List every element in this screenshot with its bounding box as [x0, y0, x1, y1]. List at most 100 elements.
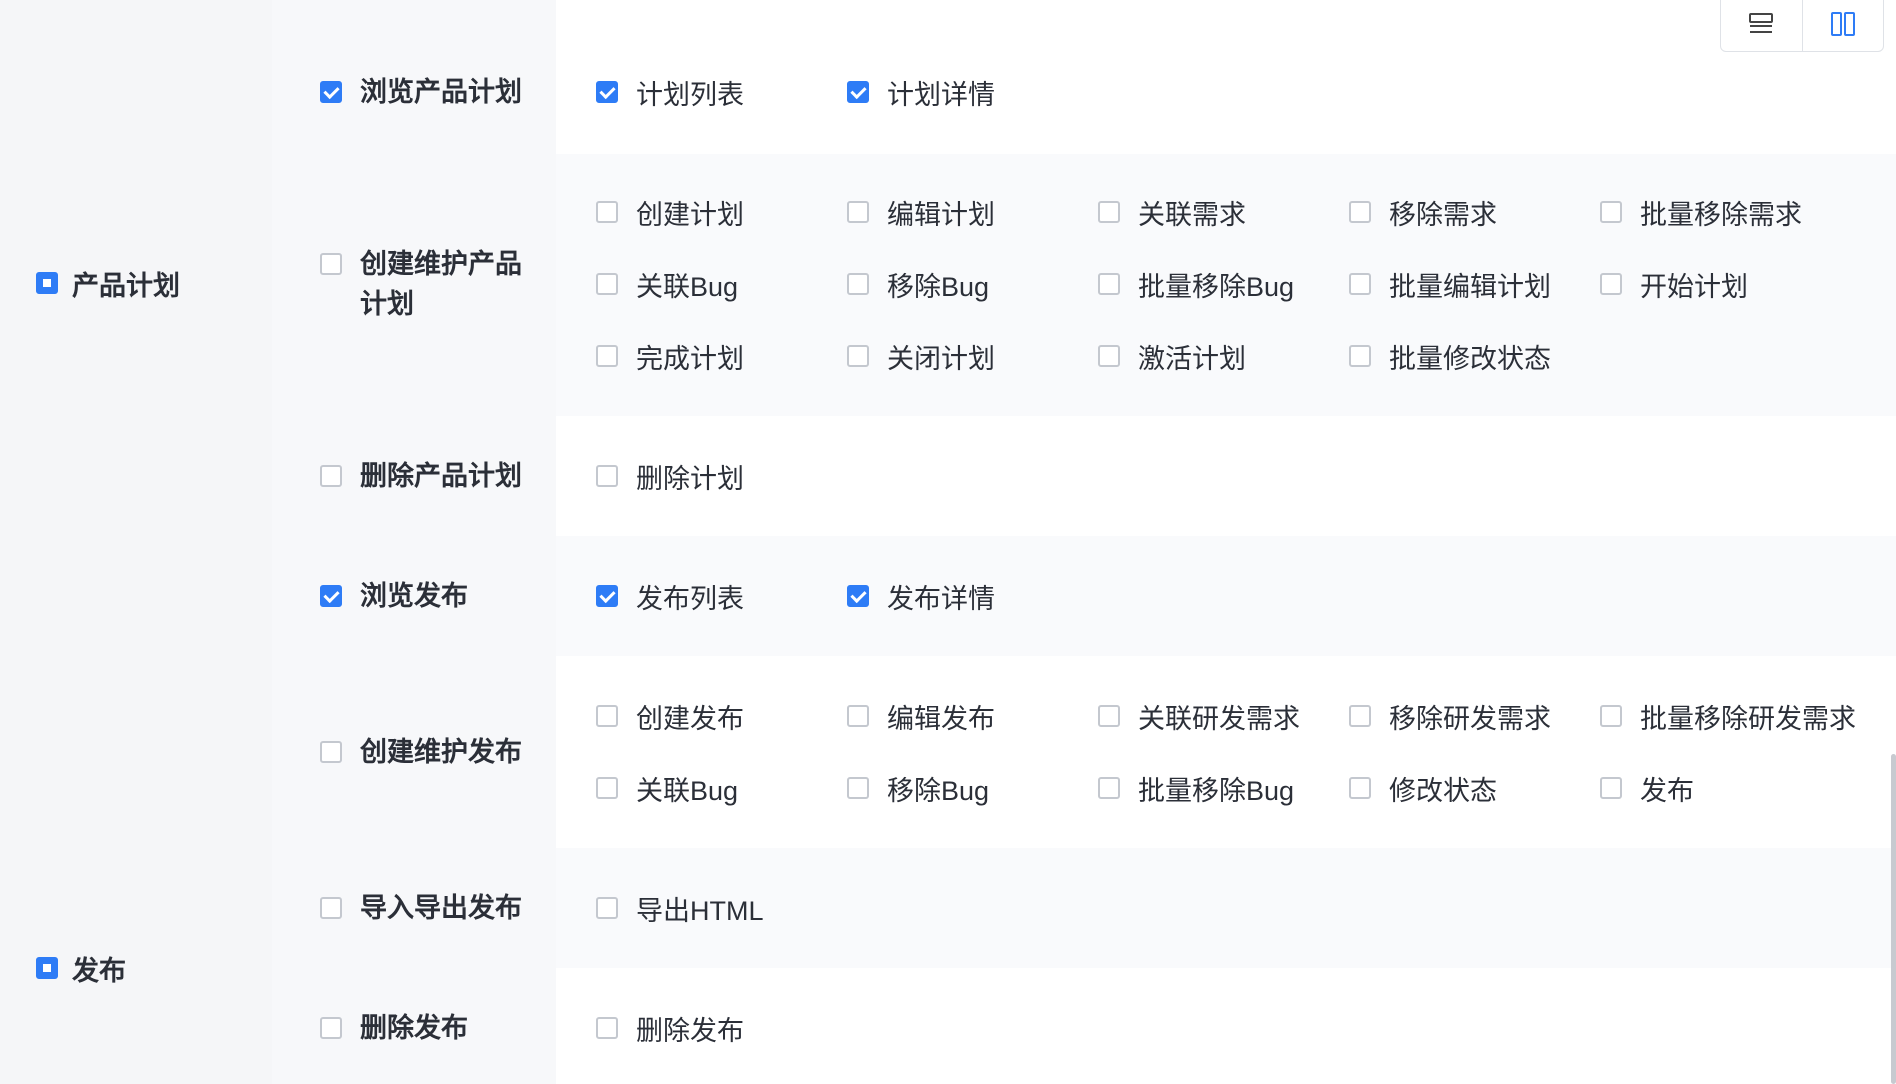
permission-checkbox[interactable]	[320, 465, 342, 487]
action-checkbox[interactable]	[596, 81, 618, 103]
permission-label: 创建维护产品计划	[360, 249, 522, 319]
permission-checkbox[interactable]	[320, 253, 342, 275]
action-checkbox[interactable]	[596, 585, 618, 607]
action-item[interactable]: 关联需求	[1098, 192, 1246, 232]
action-item[interactable]: 批量移除需求	[1600, 192, 1802, 232]
action-item[interactable]: 移除Bug	[847, 264, 989, 304]
action-item[interactable]: 计划列表	[596, 72, 744, 112]
action-checkbox[interactable]	[847, 201, 869, 223]
action-item[interactable]: 发布详情	[847, 576, 995, 616]
action-item[interactable]: 批量编辑计划	[1349, 264, 1551, 304]
action-item[interactable]: 创建发布	[596, 696, 744, 736]
action-checkbox[interactable]	[1349, 273, 1371, 295]
action-checkbox[interactable]	[1349, 201, 1371, 223]
action-checkbox[interactable]	[596, 273, 618, 295]
permission-item[interactable]: 浏览发布	[320, 576, 530, 616]
action-label: 批量移除Bug	[1138, 271, 1295, 302]
action-item[interactable]: 发布列表	[596, 576, 744, 616]
permission-item[interactable]: 导入导出发布	[320, 888, 530, 928]
action-item[interactable]: 编辑计划	[847, 192, 995, 232]
permission-checkbox[interactable]	[320, 897, 342, 919]
action-item[interactable]: 移除研发需求	[1349, 696, 1551, 736]
action-checkbox[interactable]	[1349, 345, 1371, 367]
permission-checkbox[interactable]	[320, 585, 342, 607]
view-toggle	[1720, 0, 1884, 52]
permission-label: 删除产品计划	[360, 461, 522, 491]
action-checkbox[interactable]	[596, 777, 618, 799]
action-item[interactable]: 关联Bug	[596, 768, 738, 808]
column-layout-button[interactable]	[1801, 0, 1884, 51]
vertical-scrollbar[interactable]	[1891, 754, 1896, 1084]
action-label: 创建发布	[636, 703, 744, 734]
action-item[interactable]: 创建计划	[596, 192, 744, 232]
action-item[interactable]: 删除计划	[596, 456, 744, 496]
action-checkbox[interactable]	[596, 705, 618, 727]
action-checkbox[interactable]	[1098, 345, 1120, 367]
action-item[interactable]: 移除Bug	[847, 768, 989, 808]
permission-item[interactable]: 删除产品计划	[320, 456, 530, 496]
action-item[interactable]: 关联研发需求	[1098, 696, 1300, 736]
action-checkbox[interactable]	[1098, 201, 1120, 223]
action-checkbox[interactable]	[847, 705, 869, 727]
action-item[interactable]: 修改状态	[1349, 768, 1497, 808]
list-layout-button[interactable]	[1721, 0, 1802, 51]
action-checkbox[interactable]	[596, 465, 618, 487]
action-item[interactable]: 编辑发布	[847, 696, 995, 736]
group-item[interactable]: 发布	[36, 948, 126, 988]
action-item[interactable]: 批量修改状态	[1349, 336, 1551, 376]
action-checkbox[interactable]	[847, 345, 869, 367]
action-checkbox[interactable]	[1098, 777, 1120, 799]
action-checkbox[interactable]	[1098, 705, 1120, 727]
action-checkbox[interactable]	[596, 201, 618, 223]
action-checkbox[interactable]	[1600, 201, 1622, 223]
permission-checkbox[interactable]	[320, 81, 342, 103]
action-item[interactable]: 批量移除Bug	[1098, 264, 1294, 304]
action-item[interactable]: 关闭计划	[847, 336, 995, 376]
action-checkbox[interactable]	[1600, 777, 1622, 799]
action-item[interactable]: 发布	[1600, 768, 1694, 808]
action-item[interactable]: 批量移除Bug	[1098, 768, 1294, 808]
action-label: 批量移除需求	[1640, 199, 1802, 230]
group-checkbox[interactable]	[36, 272, 58, 294]
action-checkbox[interactable]	[847, 777, 869, 799]
permission-checkbox[interactable]	[320, 1017, 342, 1039]
action-label: 编辑计划	[887, 199, 995, 230]
action-checkbox[interactable]	[596, 1017, 618, 1039]
action-item[interactable]: 完成计划	[596, 336, 744, 376]
action-label: 关联Bug	[636, 271, 739, 302]
permission-label: 浏览发布	[360, 581, 468, 611]
group-checkbox[interactable]	[36, 957, 58, 979]
permission-item[interactable]: 创建维护产品计划	[320, 244, 530, 324]
action-checkbox[interactable]	[847, 273, 869, 295]
permission-checkbox[interactable]	[320, 741, 342, 763]
action-checkbox[interactable]	[596, 345, 618, 367]
action-item[interactable]: 删除发布	[596, 1008, 744, 1048]
permission-band	[556, 656, 1896, 848]
action-item[interactable]: 移除需求	[1349, 192, 1497, 232]
action-item[interactable]: 关联Bug	[596, 264, 738, 304]
action-checkbox[interactable]	[1349, 777, 1371, 799]
permission-label: 导入导出发布	[360, 893, 522, 923]
action-checkbox[interactable]	[596, 897, 618, 919]
action-checkbox[interactable]	[1349, 705, 1371, 727]
action-label: 批量移除研发需求	[1640, 703, 1856, 734]
permission-matrix: 产品计划发布 浏览产品计划 计划列表 计划详情创建维护产品计划 创建计划 编辑计划 关联需求…	[0, 0, 1896, 1084]
action-checkbox[interactable]	[847, 81, 869, 103]
action-label: 计划详情	[887, 79, 995, 110]
action-item[interactable]: 批量移除研发需求	[1600, 696, 1856, 736]
action-item[interactable]: 计划详情	[847, 72, 995, 112]
action-label: 发布	[1640, 775, 1694, 806]
permission-band	[556, 0, 1896, 154]
permission-item[interactable]: 浏览产品计划	[320, 72, 530, 112]
group-item[interactable]: 产品计划	[36, 263, 180, 303]
action-checkbox[interactable]	[1098, 273, 1120, 295]
permission-item[interactable]: 删除发布	[320, 1008, 530, 1048]
action-item[interactable]: 导出HTML	[596, 888, 764, 928]
action-item[interactable]: 开始计划	[1600, 264, 1748, 304]
action-checkbox[interactable]	[1600, 705, 1622, 727]
permission-item[interactable]: 创建维护发布	[320, 732, 530, 772]
action-item[interactable]: 激活计划	[1098, 336, 1246, 376]
action-checkbox[interactable]	[847, 585, 869, 607]
action-checkbox[interactable]	[1600, 273, 1622, 295]
action-label: 移除研发需求	[1389, 703, 1551, 734]
